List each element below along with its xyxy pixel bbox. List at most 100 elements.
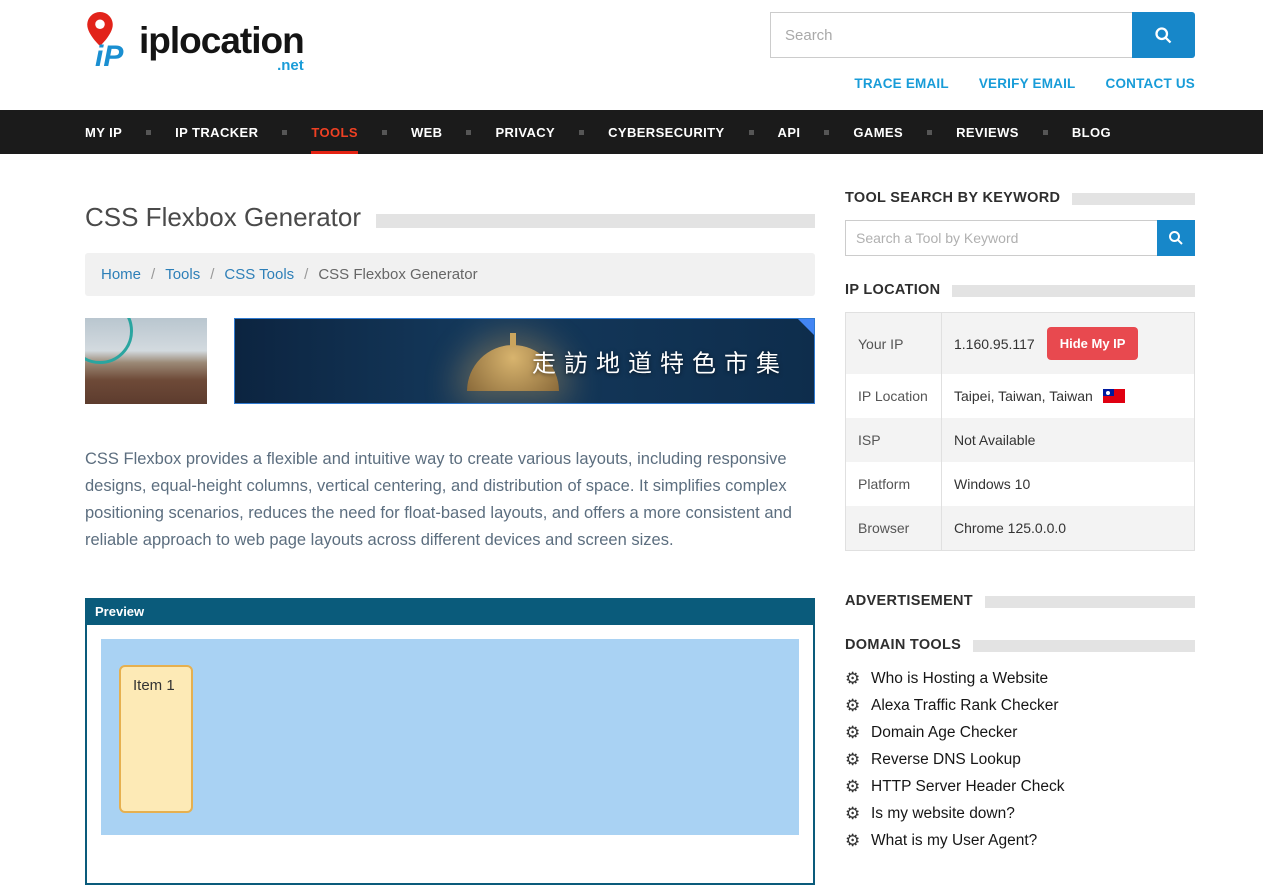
header-right: TRACE EMAIL VERIFY EMAIL CONTACT US <box>770 12 1195 91</box>
location-pin-icon: iP <box>85 12 135 74</box>
ad-banner[interactable]: 走訪地道特色市集 <box>85 318 815 404</box>
breadcrumb-separator: / <box>304 266 308 283</box>
nav-web[interactable]: WEB <box>411 110 443 154</box>
logo-ip-mark: iP <box>95 40 123 74</box>
domain-tools-heading-label: DOMAIN TOOLS <box>845 637 961 653</box>
site-header: iP iplocation .net TRACE EMAIL VERIFY EM… <box>0 0 1263 110</box>
tool-search-input[interactable] <box>845 220 1157 256</box>
row-label: IP Location <box>846 374 942 418</box>
advertisement-heading: ADVERTISEMENT <box>845 593 1195 609</box>
logo-wordmark: iplocation .net <box>139 22 304 74</box>
domain-tool-item[interactable]: ⚙ HTTP Server Header Check <box>845 777 1195 797</box>
domain-tool-link[interactable]: Who is Hosting a Website <box>871 670 1048 688</box>
site-search <box>770 12 1195 58</box>
content-area: CSS Flexbox Generator Home / Tools / CSS… <box>0 154 1263 885</box>
gear-icon: ⚙ <box>845 804 871 824</box>
tool-search-button[interactable] <box>1157 220 1195 256</box>
nav-blog[interactable]: BLOG <box>1072 110 1111 154</box>
domain-tools-heading: DOMAIN TOOLS <box>845 637 1195 653</box>
sidebar: TOOL SEARCH BY KEYWORD IP LOCATION Your … <box>845 190 1195 858</box>
domain-tool-link[interactable]: What is my User Agent? <box>871 832 1037 850</box>
search-icon <box>1153 25 1174 46</box>
breadcrumb-css-tools[interactable]: CSS Tools <box>224 266 294 283</box>
taiwan-flag-icon <box>1103 389 1125 403</box>
browser-value: Chrome 125.0.0.0 <box>942 506 1195 551</box>
tool-search-heading: TOOL SEARCH BY KEYWORD <box>845 190 1195 206</box>
ip-location-value: Taipei, Taiwan, Taiwan <box>954 388 1093 404</box>
row-label: Browser <box>846 506 942 551</box>
page-title: CSS Flexbox Generator <box>85 202 361 233</box>
domain-tool-item[interactable]: ⚙ Alexa Traffic Rank Checker <box>845 696 1195 716</box>
breadcrumb-current: CSS Flexbox Generator <box>318 266 477 283</box>
trace-email-link[interactable]: TRACE EMAIL <box>854 76 948 91</box>
domain-tool-link[interactable]: Alexa Traffic Rank Checker <box>871 697 1059 715</box>
site-logo[interactable]: iP iplocation .net <box>85 12 304 74</box>
row-label: ISP <box>846 418 942 462</box>
site-search-input[interactable] <box>770 12 1132 58</box>
preview-body: Item 1 <box>85 625 815 885</box>
heading-decoration-bar <box>973 640 1195 652</box>
nav-games[interactable]: GAMES <box>853 110 903 154</box>
logo-tld: .net <box>277 57 304 74</box>
gear-icon: ⚙ <box>845 669 871 689</box>
domain-tool-link[interactable]: Reverse DNS Lookup <box>871 751 1021 769</box>
nav-reviews[interactable]: REVIEWS <box>956 110 1019 154</box>
nav-api[interactable]: API <box>778 110 801 154</box>
utility-links: TRACE EMAIL VERIFY EMAIL CONTACT US <box>854 76 1195 91</box>
tool-search-heading-label: TOOL SEARCH BY KEYWORD <box>845 190 1060 206</box>
nav-ip-tracker[interactable]: IP TRACKER <box>175 110 258 154</box>
table-row-your-ip: Your IP 1.160.95.117 Hide My IP <box>846 313 1195 375</box>
preview-flex-container: Item 1 <box>101 639 799 835</box>
site-search-button[interactable] <box>1132 12 1195 58</box>
logo-text: iplocation <box>139 22 304 59</box>
main-column: CSS Flexbox Generator Home / Tools / CSS… <box>85 190 815 885</box>
verify-email-link[interactable]: VERIFY EMAIL <box>979 76 1076 91</box>
breadcrumb-separator: / <box>210 266 214 283</box>
nav-privacy[interactable]: PRIVACY <box>495 110 555 154</box>
breadcrumb-home[interactable]: Home <box>101 266 141 283</box>
row-label: Your IP <box>846 313 942 375</box>
nav-tools[interactable]: TOOLS <box>311 110 358 154</box>
domain-tool-link[interactable]: Is my website down? <box>871 805 1015 823</box>
advertisement-heading-label: ADVERTISEMENT <box>845 593 973 609</box>
breadcrumb-tools[interactable]: Tools <box>165 266 200 283</box>
ad-choices-icon[interactable] <box>798 319 814 335</box>
gear-icon: ⚙ <box>845 723 871 743</box>
platform-value: Windows 10 <box>942 462 1195 506</box>
hide-my-ip-button[interactable]: Hide My IP <box>1047 327 1139 360</box>
search-icon <box>1167 229 1185 247</box>
domain-tool-link[interactable]: Domain Age Checker <box>871 724 1017 742</box>
heading-decoration-bar <box>985 596 1195 608</box>
domain-tools-list: ⚙ Who is Hosting a Website ⚙ Alexa Traff… <box>845 669 1195 851</box>
contact-us-link[interactable]: CONTACT US <box>1106 76 1196 91</box>
domain-tool-item[interactable]: ⚙ Is my website down? <box>845 804 1195 824</box>
domain-tool-item[interactable]: ⚙ Reverse DNS Lookup <box>845 750 1195 770</box>
domain-tool-item[interactable]: ⚙ What is my User Agent? <box>845 831 1195 851</box>
row-label: Platform <box>846 462 942 506</box>
main-nav: MY IP IP TRACKER TOOLS WEB PRIVACY CYBER… <box>0 110 1263 154</box>
domain-tool-link[interactable]: HTTP Server Header Check <box>871 778 1065 796</box>
gear-icon: ⚙ <box>845 831 871 851</box>
gear-icon: ⚙ <box>845 750 871 770</box>
domain-tool-item[interactable]: ⚙ Who is Hosting a Website <box>845 669 1195 689</box>
isp-value: Not Available <box>942 418 1195 462</box>
your-ip-value: 1.160.95.117 <box>954 336 1035 352</box>
breadcrumb: Home / Tools / CSS Tools / CSS Flexbox G… <box>85 253 815 296</box>
heading-decoration-bar <box>1072 193 1195 205</box>
table-row-browser: Browser Chrome 125.0.0.0 <box>846 506 1195 551</box>
preview-header: Preview <box>85 598 815 625</box>
breadcrumb-separator: / <box>151 266 155 283</box>
domain-tool-item[interactable]: ⚙ Domain Age Checker <box>845 723 1195 743</box>
title-decoration-bar <box>376 214 815 228</box>
nav-cybersecurity[interactable]: CYBERSECURITY <box>608 110 724 154</box>
table-row-isp: ISP Not Available <box>846 418 1195 462</box>
ad-headline: 走訪地道特色市集 <box>532 344 788 379</box>
preview-flex-item-1[interactable]: Item 1 <box>119 665 193 813</box>
ad-image-landscape <box>85 318 207 404</box>
title-row: CSS Flexbox Generator <box>85 202 815 233</box>
ad-image-city-night: 走訪地道特色市集 <box>234 318 815 404</box>
ip-location-table: Your IP 1.160.95.117 Hide My IP IP Locat… <box>845 312 1195 551</box>
tool-search <box>845 220 1195 256</box>
nav-my-ip[interactable]: MY IP <box>85 110 122 154</box>
gear-icon: ⚙ <box>845 777 871 797</box>
